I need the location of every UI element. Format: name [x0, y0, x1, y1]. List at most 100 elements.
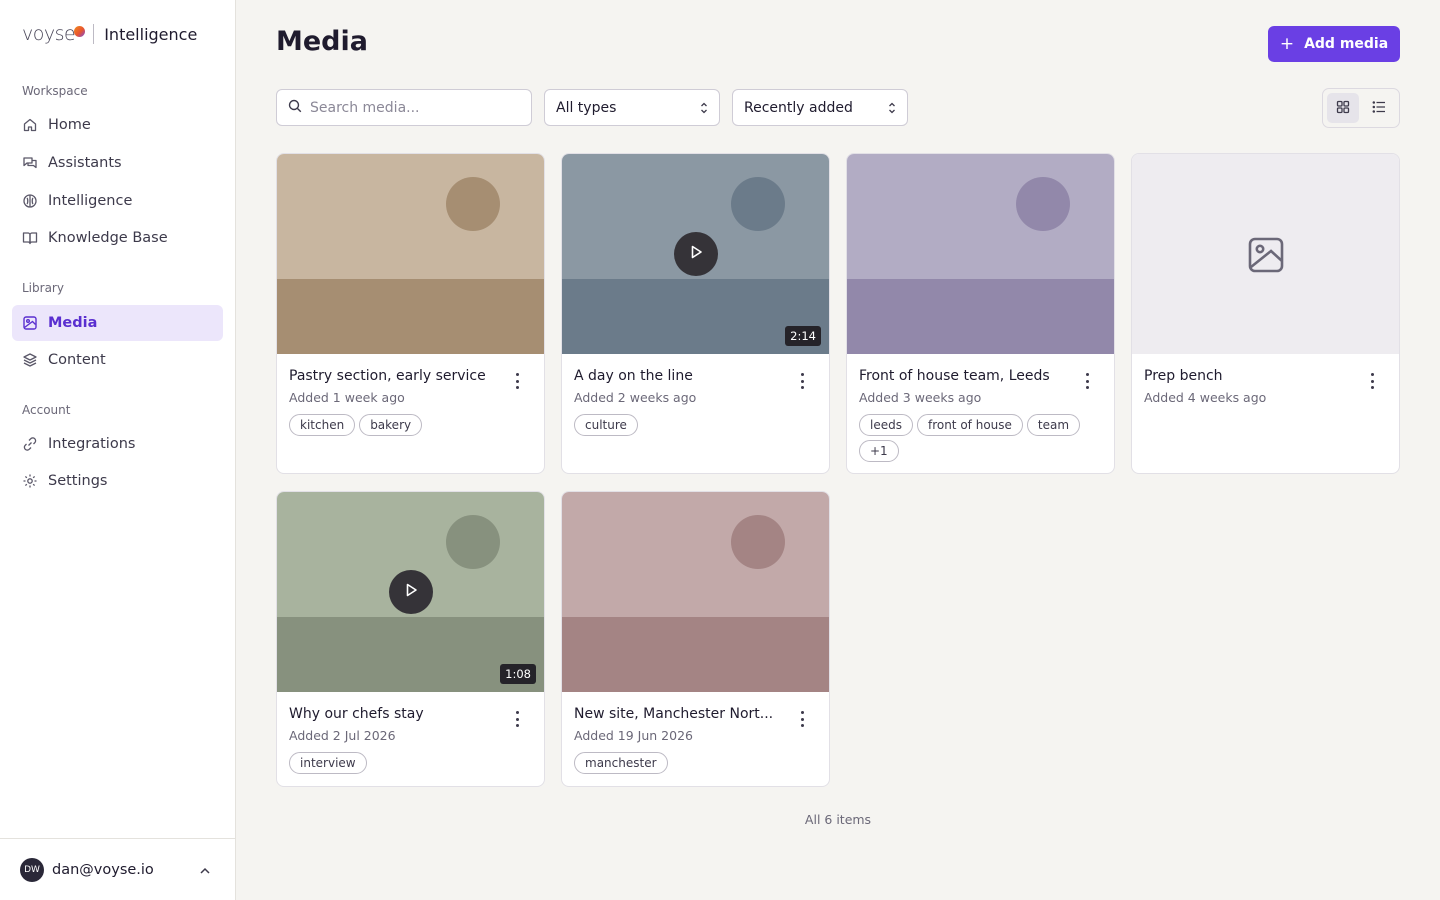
thumbnail-sky: [562, 492, 829, 617]
gear-icon: [22, 473, 38, 489]
plus-icon: +: [1279, 34, 1295, 54]
add-media-button[interactable]: + Add media: [1268, 26, 1400, 62]
thumbnail-sun: [731, 177, 785, 231]
sidebar-item-label: Intelligence: [48, 193, 133, 209]
sidebar-item-assistants[interactable]: Assistants: [12, 145, 223, 181]
tag-chip[interactable]: kitchen: [289, 414, 356, 436]
chevron-updown-icon: [887, 101, 897, 115]
sidebar-item-label: Settings: [48, 473, 108, 489]
list-icon: [1372, 99, 1386, 118]
grid-view-button[interactable]: [1327, 93, 1359, 123]
sidebar-item-settings[interactable]: Settings: [12, 463, 223, 499]
sidebar-item-knowledge-base[interactable]: Knowledge Base: [12, 220, 223, 256]
media-title[interactable]: A day on the line: [574, 368, 774, 384]
view-toggle: [1322, 88, 1400, 128]
sidebar: voyse Intelligence Workspace Home Assist…: [0, 0, 236, 900]
thumbnail-ground: [277, 279, 544, 354]
tag-chip[interactable]: bakery: [359, 414, 423, 436]
chevron-up-icon[interactable]: [198, 863, 212, 877]
tag-list: leeds front of house team +1: [859, 414, 1104, 462]
media-title[interactable]: Front of house team, Leeds: [859, 368, 1059, 384]
thumbnail-sky: [847, 154, 1114, 279]
media-thumbnail[interactable]: [1132, 154, 1399, 354]
thumbnail-ground: [562, 617, 829, 692]
tag-chip[interactable]: +1: [859, 440, 899, 462]
media-thumbnail[interactable]: 1:08: [277, 492, 544, 692]
more-options-icon[interactable]: [792, 711, 812, 727]
grid-icon: [1336, 99, 1350, 118]
sidebar-item-intelligence[interactable]: Intelligence: [12, 183, 223, 219]
type-filter-select[interactable]: All types: [544, 89, 720, 126]
media-date: Added 4 weeks ago: [1144, 390, 1267, 405]
media-thumbnail[interactable]: [562, 492, 829, 692]
sidebar-item-content[interactable]: Content: [12, 342, 223, 378]
media-thumbnail[interactable]: [277, 154, 544, 354]
sidebar-item-media[interactable]: Media: [12, 305, 223, 341]
brand-mark-icon: [74, 26, 86, 37]
play-button[interactable]: [389, 570, 433, 614]
search-input[interactable]: [310, 99, 510, 116]
more-options-icon[interactable]: [1077, 373, 1097, 389]
home-icon: [22, 117, 38, 133]
list-view-button[interactable]: [1363, 93, 1395, 123]
brand-divider: [93, 24, 95, 44]
thumbnail-ground: [847, 279, 1114, 354]
media-title[interactable]: Prep bench: [1144, 368, 1344, 384]
image-icon: [22, 315, 38, 331]
media-title[interactable]: New site, Manchester Nort...: [574, 706, 774, 722]
nav-group-library: Library: [22, 281, 64, 295]
more-options-icon[interactable]: [792, 373, 812, 389]
sidebar-item-integrations[interactable]: Integrations: [12, 426, 223, 462]
page-title: Media: [276, 26, 368, 57]
tag-chip[interactable]: manchester: [574, 752, 668, 774]
media-card[interactable]: Prep bench Added 4 weeks ago: [1131, 153, 1400, 474]
media-title[interactable]: Pastry section, early service: [289, 368, 489, 384]
account-menu[interactable]: DW dan@voyse.io: [0, 838, 236, 900]
tag-list: kitchen bakery: [289, 414, 534, 436]
more-options-icon[interactable]: [1362, 373, 1382, 389]
chat-icon: [22, 155, 38, 171]
tag-list: interview: [289, 752, 534, 774]
brand-product: Intelligence: [104, 24, 198, 44]
tag-chip[interactable]: front of house: [916, 414, 1023, 436]
book-icon: [22, 230, 38, 246]
type-filter-value: All types: [556, 99, 617, 116]
thumbnail-sun: [446, 515, 500, 569]
media-date: Added 3 weeks ago: [859, 390, 982, 405]
play-icon: [688, 244, 704, 264]
play-button[interactable]: [674, 232, 718, 276]
tag-list: culture: [574, 414, 819, 436]
media-card[interactable]: 1:08 Why our chefs stay Added 2 Jul 2026 in…: [276, 491, 545, 787]
media-thumbnail[interactable]: 2:14: [562, 154, 829, 354]
more-options-icon[interactable]: [507, 711, 527, 727]
media-card[interactable]: 2:14 A day on the line Added 2 weeks ago cu…: [561, 153, 830, 474]
tag-chip[interactable]: team: [1026, 414, 1081, 436]
thumbnail-sun: [731, 515, 785, 569]
layers-icon: [22, 352, 38, 368]
more-options-icon[interactable]: [507, 373, 527, 389]
media-card[interactable]: New site, Manchester Nort... Added 19 Jun…: [561, 491, 830, 787]
brand-logo[interactable]: voyse Intelligence: [22, 20, 197, 48]
media-title[interactable]: Why our chefs stay: [289, 706, 489, 722]
video-duration: 1:08: [500, 664, 536, 684]
sidebar-item-label: Integrations: [48, 436, 136, 452]
add-media-label: Add media: [1304, 36, 1389, 52]
thumbnail-sun: [446, 177, 500, 231]
sort-select[interactable]: Recently added: [732, 89, 908, 126]
tag-chip[interactable]: interview: [289, 752, 367, 774]
sidebar-item-label: Assistants: [48, 155, 122, 171]
tag-chip[interactable]: leeds: [859, 414, 913, 436]
sidebar-item-home[interactable]: Home: [12, 107, 223, 143]
thumbnail-sky: [277, 154, 544, 279]
media-card[interactable]: Front of house team, Leeds Added 3 weeks …: [846, 153, 1115, 474]
search-icon: [288, 98, 302, 117]
sidebar-item-label: Knowledge Base: [48, 230, 168, 246]
search-box[interactable]: [276, 89, 532, 126]
image-placeholder-icon: [1247, 236, 1285, 274]
media-card[interactable]: Pastry section, early service Added 1 wee…: [276, 153, 545, 474]
tag-chip[interactable]: culture: [574, 414, 638, 436]
media-thumbnail[interactable]: [847, 154, 1114, 354]
video-duration: 2:14: [785, 326, 821, 346]
media-date: Added 2 Jul 2026: [289, 728, 396, 743]
media-date: Added 1 week ago: [289, 390, 405, 405]
